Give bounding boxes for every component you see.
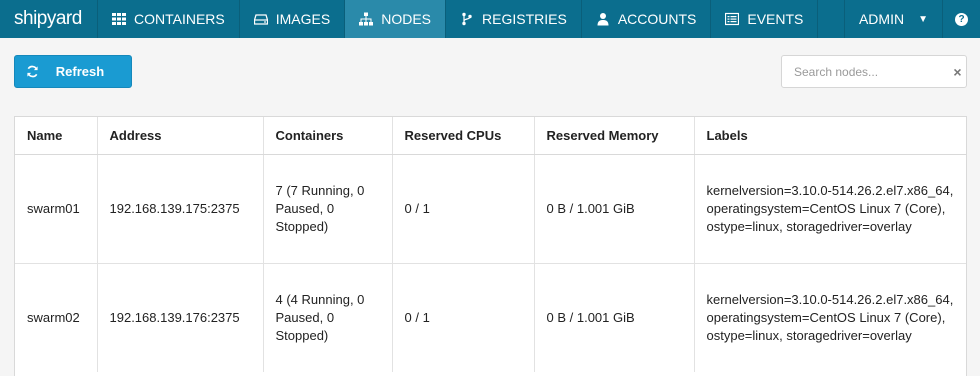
- nav-item-registries[interactable]: REGISTRIES: [446, 0, 582, 38]
- node-containers: 4 (4 Running, 0 Paused, 0 Stopped): [263, 263, 393, 372]
- nav-item-label: EVENTS: [747, 11, 804, 27]
- grid-icon: [112, 12, 126, 26]
- hdd-icon: [253, 12, 268, 26]
- column-header-reserved-cpus[interactable]: Reserved CPUs: [392, 117, 535, 155]
- node-containers: 7 (7 Running, 0 Paused, 0 Stopped): [263, 154, 393, 264]
- table-row[interactable]: swarm02 192.168.139.176:2375 4 (4 Runnin…: [15, 263, 966, 372]
- node-address: 192.168.139.176:2375: [97, 263, 264, 372]
- brand-logo[interactable]: shipyard: [0, 0, 98, 38]
- list-icon: [725, 12, 740, 26]
- clear-icon[interactable]: ×: [949, 64, 966, 80]
- nodes-table: Name Address Containers Reserved CPUs Re…: [14, 116, 967, 376]
- search-input[interactable]: [782, 56, 949, 87]
- table-row[interactable]: swarm01 192.168.139.175:2375 7 (7 Runnin…: [15, 154, 966, 264]
- nav-item-nodes[interactable]: NODES: [345, 0, 447, 38]
- top-navbar: shipyard CONTAINERS IMAGES NODES REGISTR…: [0, 0, 980, 38]
- nav-item-images[interactable]: IMAGES: [240, 0, 346, 38]
- refresh-button[interactable]: Refresh: [14, 55, 132, 88]
- help-button[interactable]: ?: [942, 0, 980, 38]
- question-icon: ?: [955, 12, 968, 26]
- table-header-row: Name Address Containers Reserved CPUs Re…: [15, 117, 966, 155]
- nav-item-label: REGISTRIES: [482, 11, 567, 27]
- nav-item-accounts[interactable]: ACCOUNTS: [582, 0, 712, 38]
- sitemap-icon: [359, 12, 374, 26]
- search-box: ×: [781, 55, 967, 88]
- node-labels: kernelversion=3.10.0-514.26.2.el7.x86_64…: [706, 291, 954, 343]
- node-reserved-memory: 0 B / 1.001 GiB: [534, 154, 695, 264]
- column-header-name[interactable]: Name: [15, 117, 98, 155]
- user-menu[interactable]: ADMIN ▼: [843, 0, 942, 38]
- node-labels: kernelversion=3.10.0-514.26.2.el7.x86_64…: [694, 154, 966, 264]
- column-header-address[interactable]: Address: [97, 117, 264, 155]
- nav-item-label: CONTAINERS: [134, 11, 225, 27]
- node-address: 192.168.139.175:2375: [97, 154, 264, 264]
- nav-item-label: IMAGES: [275, 11, 331, 27]
- nav-item-label: ACCOUNTS: [617, 11, 697, 27]
- refresh-label: Refresh: [55, 64, 105, 79]
- column-header-labels[interactable]: Labels: [694, 117, 966, 155]
- nav-item-containers[interactable]: CONTAINERS: [98, 0, 240, 38]
- node-reserved-cpus: 0 / 1: [392, 263, 535, 372]
- branch-icon: [460, 12, 474, 26]
- node-reserved-memory: 0 B / 1.001 GiB: [534, 263, 695, 372]
- user-name: ADMIN: [858, 11, 905, 27]
- nav-item-label: NODES: [381, 11, 432, 27]
- node-reserved-cpus: 0 / 1: [392, 154, 535, 264]
- node-name: swarm01: [15, 154, 98, 264]
- column-header-containers[interactable]: Containers: [263, 117, 393, 155]
- nav-item-events[interactable]: EVENTS: [711, 0, 819, 38]
- column-header-reserved-memory[interactable]: Reserved Memory: [534, 117, 695, 155]
- caret-down-icon: ▼: [918, 13, 928, 25]
- refresh-icon: [15, 65, 49, 78]
- node-name: swarm02: [15, 263, 98, 372]
- user-icon: [596, 12, 610, 26]
